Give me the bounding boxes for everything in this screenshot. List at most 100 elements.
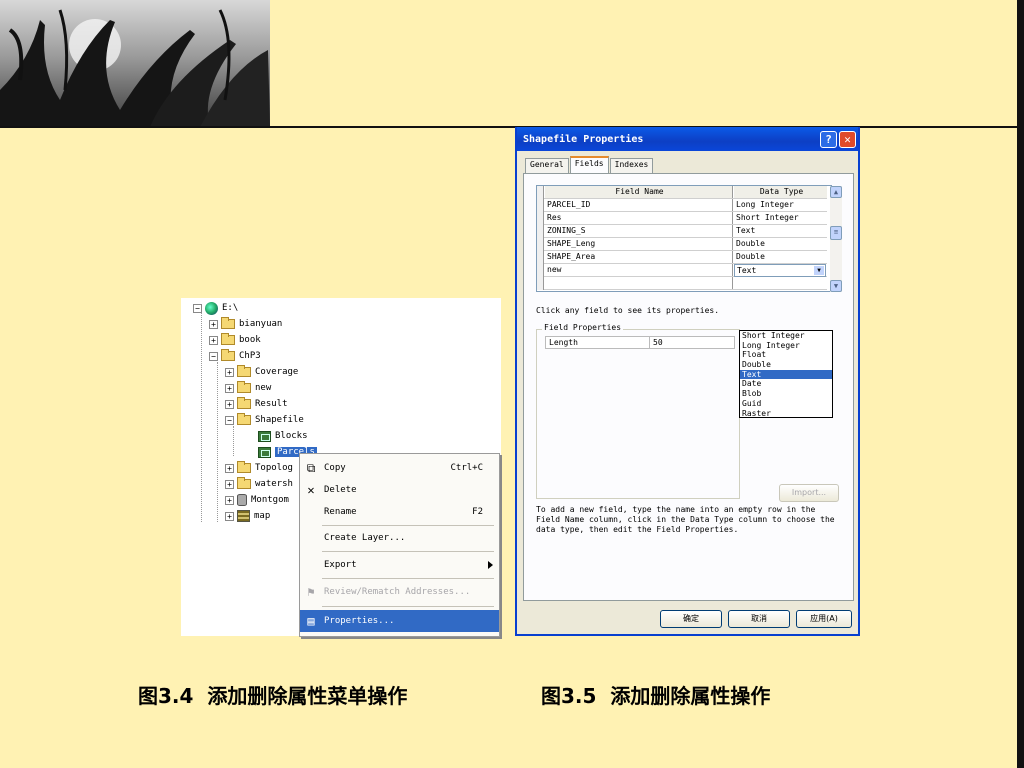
field-name-cell[interactable]: ZONING_S: [545, 225, 733, 237]
scroll-down-icon[interactable]: ▼: [830, 280, 842, 292]
expand-icon[interactable]: +: [209, 335, 218, 345]
close-icon[interactable]: ✕: [839, 131, 856, 148]
menu-item-delete[interactable]: ✕ Delete: [300, 479, 499, 501]
data-type-select[interactable]: Text ▼: [734, 264, 826, 277]
tree-item-result[interactable]: + Result: [225, 397, 288, 411]
menu-shortcut: Ctrl+C: [450, 463, 483, 473]
ok-button[interactable]: 确定: [660, 610, 722, 628]
dropdown-arrow-icon[interactable]: ▼: [814, 266, 824, 275]
field-name-cell[interactable]: SHAPE_Area: [545, 251, 733, 263]
tree-item-map[interactable]: + map: [225, 509, 270, 523]
dropdown-option[interactable]: Long Integer: [740, 341, 832, 351]
tab-fields[interactable]: Fields: [569, 156, 609, 173]
right-border: [1017, 0, 1024, 768]
field-name-cell[interactable]: SHAPE_Leng: [545, 238, 733, 250]
expand-icon[interactable]: +: [225, 479, 234, 489]
tree-item-topolog[interactable]: + Topolog: [225, 461, 293, 475]
data-type-cell[interactable]: Long Integer: [734, 199, 827, 211]
row-header: [537, 212, 544, 225]
dropdown-option[interactable]: Short Integer: [740, 331, 832, 341]
menu-item-copy[interactable]: ⧉ Copy Ctrl+C: [300, 457, 499, 479]
property-row[interactable]: Length 50: [545, 336, 735, 349]
context-menu: ⧉ Copy Ctrl+C ✕ Delete Rename F2 Create …: [299, 453, 500, 637]
collapse-icon[interactable]: −: [209, 351, 218, 361]
dropdown-option[interactable]: Guid: [740, 399, 832, 409]
expand-icon[interactable]: +: [225, 383, 234, 393]
collapse-icon[interactable]: −: [193, 303, 202, 313]
expand-icon[interactable]: +: [225, 511, 234, 521]
expand-icon[interactable]: +: [225, 399, 234, 409]
menu-label: Review/Rematch Addresses...: [324, 587, 471, 597]
row-header: [537, 186, 544, 199]
table-row-empty[interactable]: [537, 277, 827, 290]
collapse-icon[interactable]: −: [225, 415, 234, 425]
dropdown-option[interactable]: Float: [740, 350, 832, 360]
row-header: [537, 264, 544, 277]
cancel-button[interactable]: 取消: [728, 610, 790, 628]
menu-item-export[interactable]: Export: [300, 554, 499, 576]
expand-icon[interactable]: +: [225, 463, 234, 473]
tree-item-label: ChP3: [239, 351, 261, 361]
menu-item-create-layer[interactable]: Create Layer...: [300, 527, 499, 549]
row-header: [537, 277, 544, 290]
field-name-cell[interactable]: [545, 277, 733, 289]
menu-item-properties[interactable]: ▤ Properties...: [300, 610, 499, 632]
caption-number: 图3.5: [541, 684, 597, 708]
table-row[interactable]: Res Short Integer: [537, 212, 827, 225]
dropdown-option-selected[interactable]: Text: [740, 369, 832, 380]
menu-separator: [322, 551, 494, 552]
tree-item-montgom[interactable]: + Montgom: [225, 493, 289, 507]
data-type-cell[interactable]: Text: [734, 225, 827, 237]
tab-general[interactable]: General: [525, 158, 569, 173]
help-icon[interactable]: ?: [820, 131, 837, 148]
properties-icon: ▤: [307, 614, 315, 628]
tree-item-shapefile[interactable]: − Shapefile: [225, 413, 304, 427]
menu-shortcut: F2: [472, 507, 483, 517]
folder-icon: [237, 477, 251, 489]
table-row-new[interactable]: new Text ▼: [537, 264, 827, 277]
data-type-cell[interactable]: Double: [734, 238, 827, 250]
field-name-cell[interactable]: new: [545, 264, 733, 276]
tree-item-coverage[interactable]: + Coverage: [225, 365, 298, 379]
field-name-cell[interactable]: PARCEL_ID: [545, 199, 733, 211]
apply-button[interactable]: 应用(A): [796, 610, 852, 628]
menu-item-rename[interactable]: Rename F2: [300, 501, 499, 523]
scroll-up-icon[interactable]: ▲: [830, 186, 842, 198]
caption-left: 图3.4 添加删除属性菜单操作: [138, 680, 407, 709]
dropdown-option[interactable]: Blob: [740, 389, 832, 399]
table-row[interactable]: PARCEL_ID Long Integer: [537, 199, 827, 212]
tree-connector: [217, 362, 218, 522]
dropdown-option[interactable]: Double: [740, 360, 832, 370]
property-value[interactable]: 50: [653, 338, 663, 347]
tree-item-label: map: [254, 511, 271, 521]
field-name-cell[interactable]: Res: [545, 212, 733, 224]
scroll-thumb[interactable]: ≡: [830, 226, 842, 240]
tree-item-bianyuan[interactable]: + bianyuan: [209, 317, 282, 331]
grid-scrollbar[interactable]: ▲ ≡ ▼: [830, 186, 842, 292]
data-type-cell[interactable]: Short Integer: [734, 212, 827, 224]
menu-label: Delete: [324, 485, 357, 495]
tree-item-watersh[interactable]: + watersh: [225, 477, 293, 491]
tree-item-blocks[interactable]: Blocks: [258, 429, 308, 443]
table-row[interactable]: SHAPE_Area Double: [537, 251, 827, 264]
menu-item-review-rematch[interactable]: ⚑ Review/Rematch Addresses...: [300, 581, 499, 603]
data-type-dropdown-list: Short Integer Long Integer Float Double …: [739, 330, 833, 418]
column-header-data-type[interactable]: Data Type: [734, 186, 827, 198]
tree-item-chp3[interactable]: − ChP3: [209, 349, 261, 363]
column-header-field-name[interactable]: Field Name: [545, 186, 733, 198]
table-row[interactable]: SHAPE_Leng Double: [537, 238, 827, 251]
tree-item-new[interactable]: + new: [225, 381, 271, 395]
dropdown-option[interactable]: Raster: [740, 409, 832, 419]
expand-icon[interactable]: +: [225, 495, 234, 505]
dropdown-option[interactable]: Date: [740, 379, 832, 389]
property-divider: [649, 337, 650, 348]
tab-indexes[interactable]: Indexes: [609, 158, 654, 173]
tree-item-book[interactable]: + book: [209, 333, 261, 347]
import-button[interactable]: Import...: [779, 484, 839, 502]
expand-icon[interactable]: +: [209, 319, 218, 329]
database-icon: [237, 494, 247, 506]
tree-item-root[interactable]: − E:\: [193, 301, 238, 315]
table-row[interactable]: ZONING_S Text: [537, 225, 827, 238]
data-type-cell[interactable]: Double: [734, 251, 827, 263]
expand-icon[interactable]: +: [225, 367, 234, 377]
